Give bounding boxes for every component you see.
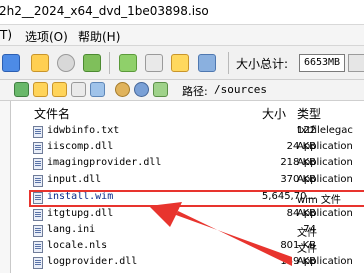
folder-open-icon[interactable]: [52, 82, 67, 97]
file-name: itgtupg.dll: [47, 208, 114, 219]
file-type: Application: [297, 256, 353, 267]
view-icon[interactable]: [153, 82, 168, 97]
window-title: 2h2__2024_x64_dvd_1be03898.iso: [0, 4, 209, 18]
column-name[interactable]: 文件名: [34, 105, 70, 122]
table-row[interactable]: itgtupg.dll 84 KB Application: [11, 207, 364, 223]
info-icon[interactable]: [198, 54, 216, 72]
burn-icon[interactable]: [115, 82, 130, 97]
path-label: 路径:: [182, 85, 208, 98]
settings-icon[interactable]: [134, 82, 149, 97]
title-bar: 2h2__2024_x64_dvd_1be03898.iso: [0, 0, 364, 25]
file-type: Application: [297, 157, 353, 168]
file-name: install.wim: [47, 191, 114, 202]
column-size[interactable]: 大小: [262, 105, 286, 122]
file-type: wim 文件: [297, 195, 341, 206]
file-type: Application: [297, 141, 353, 152]
file-name: iiscomp.dll: [47, 141, 114, 152]
folder-icon[interactable]: [31, 54, 49, 72]
file-icon: [33, 142, 43, 154]
file-icon: [33, 241, 43, 253]
file-name: logprovider.dll: [47, 256, 138, 267]
open-icon[interactable]: [2, 54, 20, 72]
file-name: imagingprovider.dll: [47, 157, 162, 168]
file-type: txtfilelegac: [297, 125, 353, 136]
table-row[interactable]: idwbinfo.txt 122 txtfilelegac: [11, 124, 364, 140]
menu-tools[interactable]: T): [0, 28, 12, 42]
file-icon: [33, 175, 43, 187]
file-icon: [33, 225, 43, 237]
file-name: locale.nls: [47, 240, 108, 251]
add-files-icon[interactable]: [119, 54, 137, 72]
rename-icon[interactable]: [90, 82, 105, 97]
up-arrow-icon[interactable]: [14, 82, 29, 97]
file-name: idwbinfo.txt: [47, 125, 120, 136]
file-icon: [33, 126, 43, 138]
toolbar-separator: [109, 52, 110, 74]
toolbar-separator: [228, 52, 229, 74]
path-toolbar: 路径: /sources: [0, 80, 364, 101]
tool-icon[interactable]: [83, 54, 101, 72]
column-type[interactable]: 类型: [297, 105, 321, 122]
table-row[interactable]: locale.nls 801 KB 文件: [11, 239, 364, 255]
menu-help[interactable]: 帮助(H): [78, 28, 120, 45]
menu-bar: T) 选项(O) 帮助(H): [0, 25, 364, 46]
folder-tree-pane[interactable]: [0, 101, 11, 273]
new-folder-icon[interactable]: [33, 82, 48, 97]
file-icon: [33, 209, 43, 221]
properties-icon[interactable]: [171, 54, 189, 72]
file-type: 文件: [297, 228, 317, 239]
table-row[interactable]: input.dll 370 KB Application: [11, 173, 364, 189]
file-icon: [33, 257, 43, 269]
total-size-label: 大小总计:: [236, 57, 289, 71]
file-type: Application: [297, 174, 353, 185]
table-row[interactable]: imagingprovider.dll 218 KB Application: [11, 156, 364, 172]
extract-icon[interactable]: [145, 54, 163, 72]
file-name: input.dll: [47, 174, 102, 185]
disc-icon[interactable]: [57, 54, 75, 72]
wim-file-icon: [33, 192, 43, 204]
size-dropdown-button[interactable]: [348, 54, 364, 72]
file-type: 文件: [297, 244, 317, 255]
menu-options[interactable]: 选项(O): [25, 28, 68, 45]
total-size-value: 6653MB: [299, 54, 345, 72]
table-row-selected[interactable]: install.wim 5,645,70... wim 文件: [11, 190, 364, 206]
table-row[interactable]: lang.ini 74 文件: [11, 223, 364, 239]
table-row[interactable]: iiscomp.dll 24 KB Application: [11, 140, 364, 156]
path-input[interactable]: /sources: [214, 83, 267, 96]
file-name: lang.ini: [47, 224, 96, 235]
file-list-header: 文件名 大小 类型: [11, 102, 364, 122]
delete-icon[interactable]: [71, 82, 86, 97]
table-row[interactable]: logprovider.dll 149 KB Application: [11, 255, 364, 271]
file-icon: [33, 158, 43, 170]
file-type: Application: [297, 208, 353, 219]
